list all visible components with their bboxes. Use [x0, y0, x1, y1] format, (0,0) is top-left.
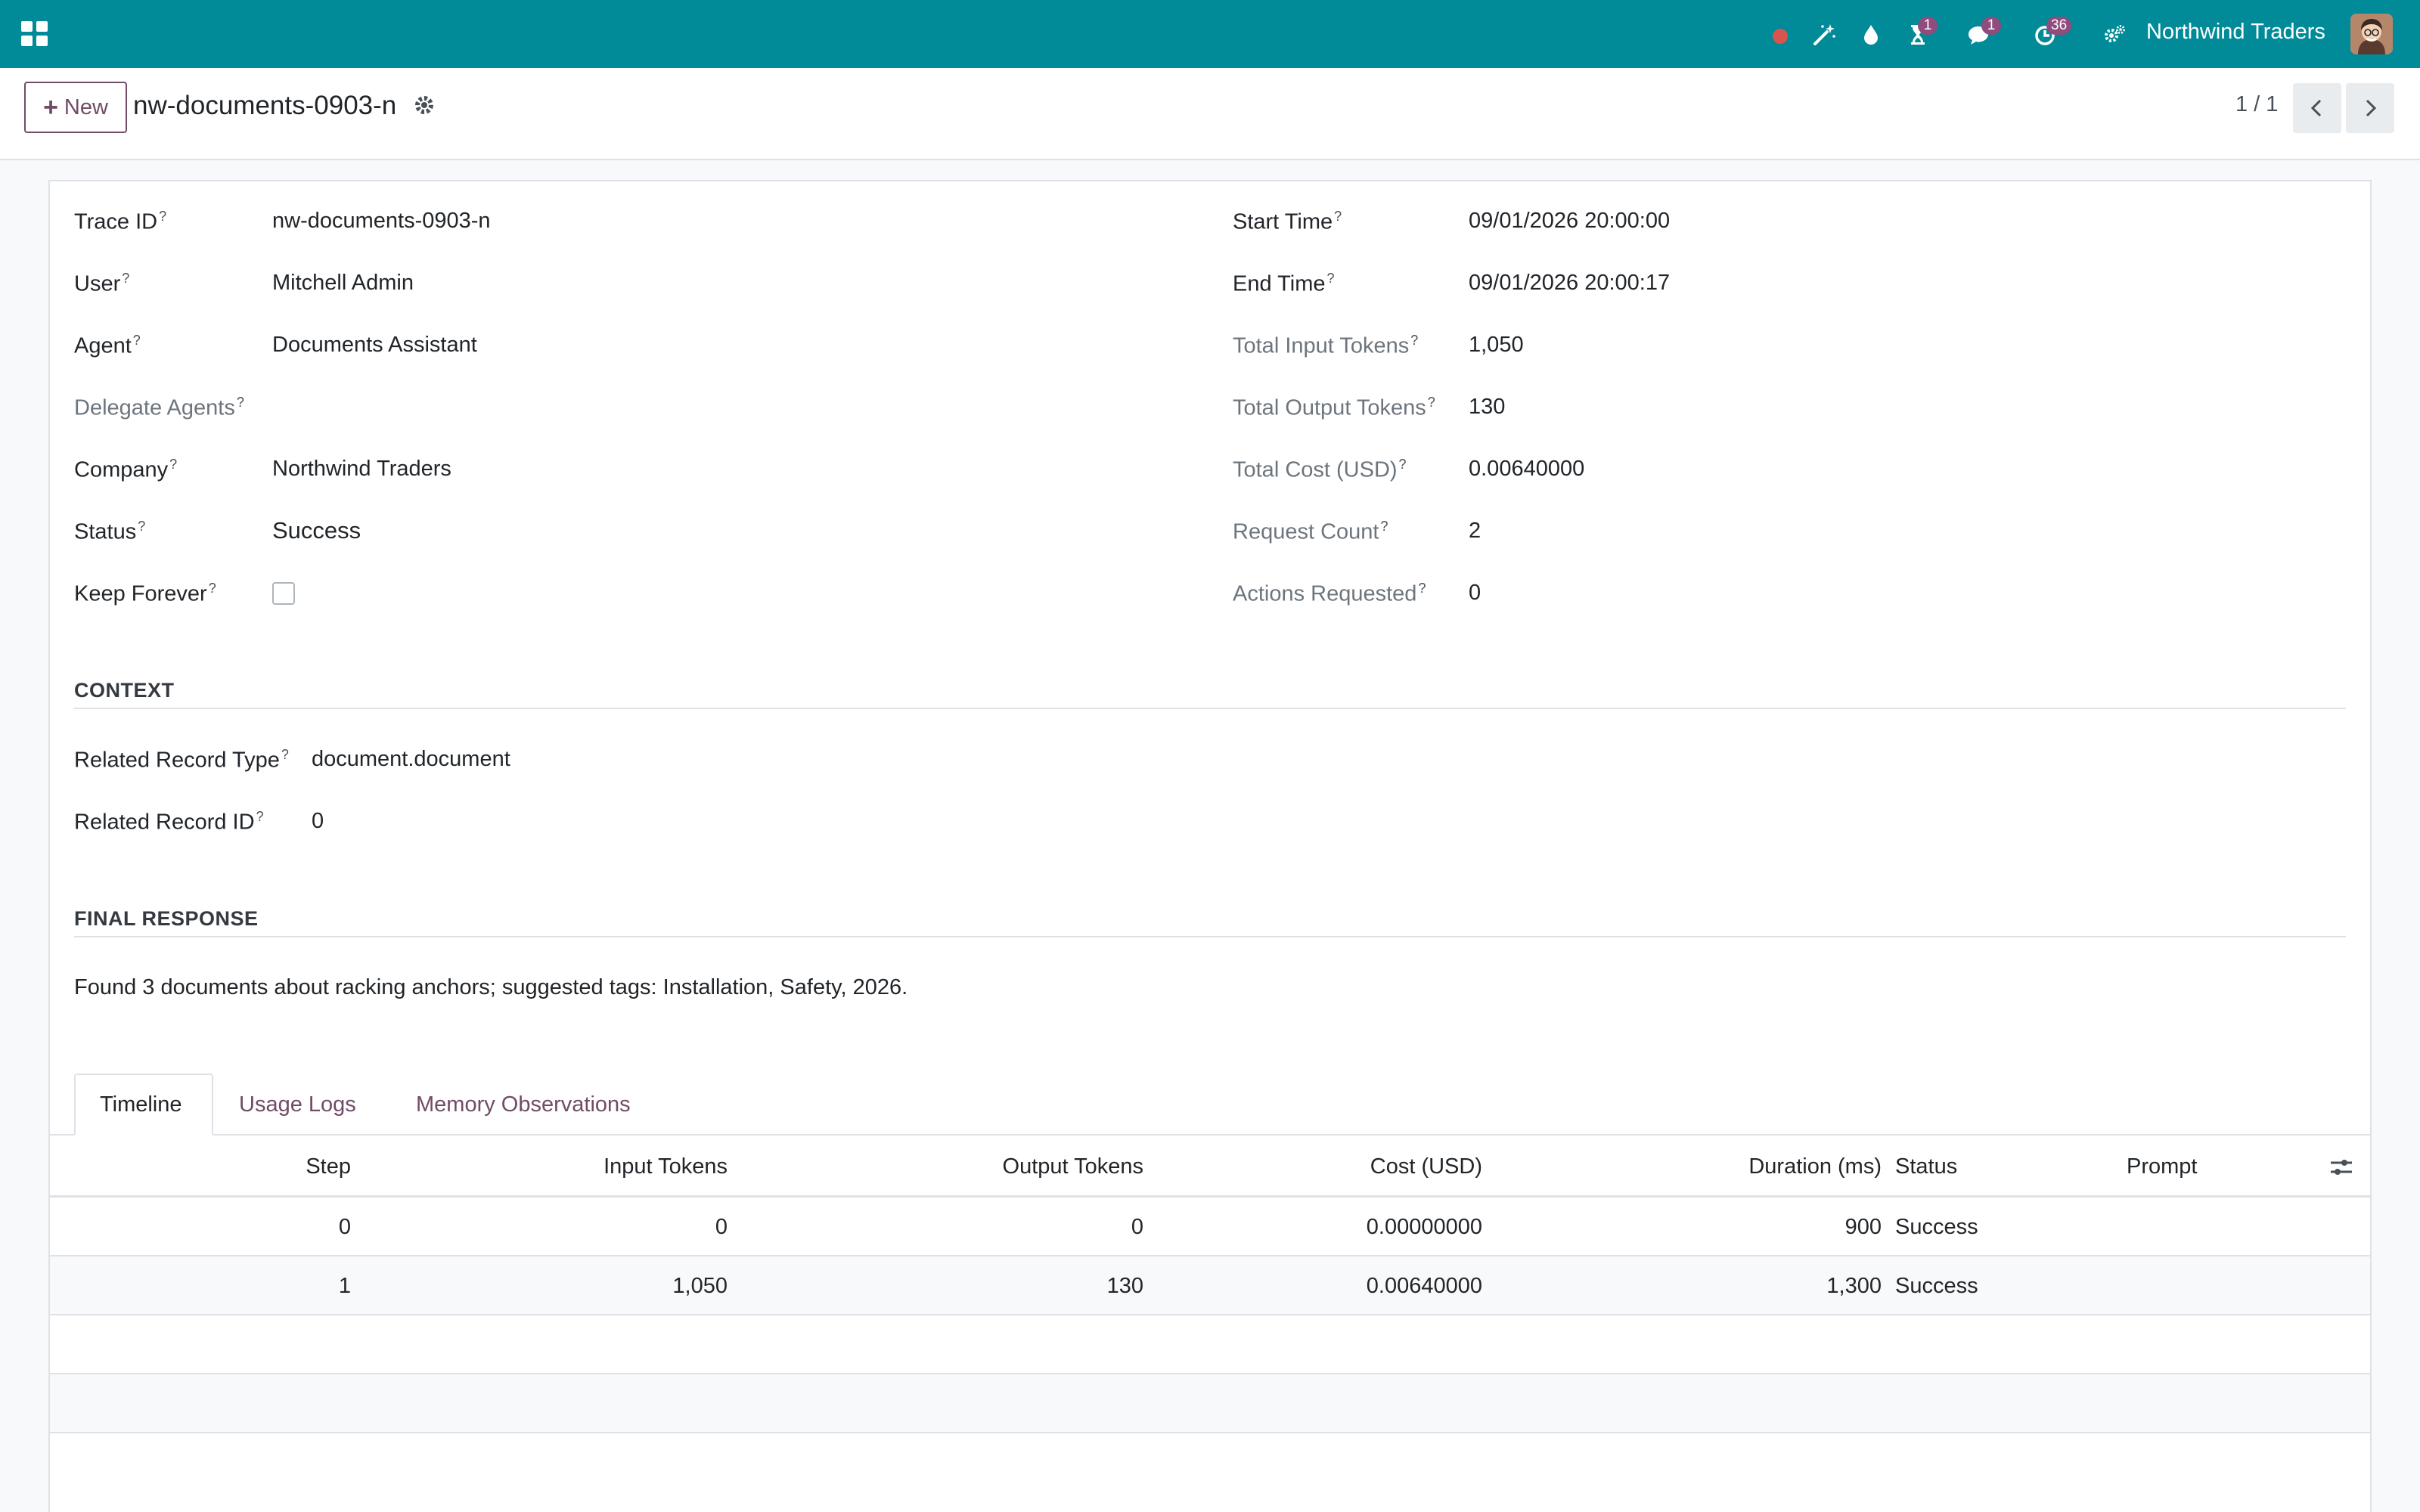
- request-count-value: 2: [1469, 519, 1481, 543]
- top-navbar: 1 1 36 Northwind Traders: [0, 0, 2420, 68]
- settings-icon[interactable]: [2096, 17, 2133, 51]
- total-input-tokens-label: Total Input Tokens?: [1233, 333, 1419, 358]
- related-record-id-value[interactable]: 0: [312, 809, 324, 834]
- timeline-table: Step Input Tokens Output Tokens Cost (US…: [50, 1136, 2370, 1433]
- total-output-tokens-label: Total Output Tokens?: [1233, 395, 1435, 420]
- cell-input-tokens: 0: [715, 1215, 728, 1239]
- company-label: Company?: [74, 457, 178, 482]
- total-cost-label: Total Cost (USD)?: [1233, 457, 1407, 482]
- cell-duration: 1,300: [1826, 1274, 1882, 1298]
- actions-requested-label: Actions Requested?: [1233, 581, 1426, 606]
- cell-cost: 0.00640000: [1366, 1274, 1482, 1298]
- column-header-step[interactable]: Step: [171, 1136, 351, 1198]
- pager-previous-button[interactable]: [2293, 83, 2341, 133]
- cell-step: 1: [338, 1274, 351, 1298]
- table-row[interactable]: 0 0 0 0.00000000 900 Success: [50, 1198, 2370, 1256]
- status-label: Status?: [74, 519, 146, 544]
- keep-forever-checkbox[interactable]: [272, 582, 295, 605]
- total-output-tokens-value: 130: [1469, 395, 1506, 419]
- request-count-label: Request Count?: [1233, 519, 1388, 544]
- final-response-text: Found 3 documents about racking anchors;…: [74, 975, 908, 999]
- user-value[interactable]: Mitchell Admin: [272, 271, 414, 296]
- cell-status: Success: [1895, 1274, 1978, 1298]
- trace-id-label: Trace ID?: [74, 209, 167, 234]
- user-label: User?: [74, 271, 130, 296]
- column-header-cost[interactable]: Cost (USD): [1222, 1136, 1482, 1198]
- pager-next-button[interactable]: [2346, 83, 2394, 133]
- tab-usage-logs[interactable]: Usage Logs: [215, 1074, 380, 1136]
- agent-label: Agent?: [74, 333, 141, 358]
- table-row[interactable]: 1 1,050 130 0.00640000 1,300 Success: [50, 1256, 2370, 1315]
- empty-table-row: [50, 1315, 2370, 1374]
- chat-icon[interactable]: 1: [1960, 17, 2001, 51]
- keep-forever-label: Keep Forever?: [74, 581, 216, 606]
- company-switcher[interactable]: Northwind Traders: [2146, 20, 2325, 45]
- optional-columns-icon[interactable]: [2328, 1154, 2355, 1181]
- delegate-agents-label: Delegate Agents?: [74, 395, 244, 420]
- tab-timeline[interactable]: Timeline: [74, 1074, 213, 1136]
- chevron-right-icon: [2366, 99, 2377, 117]
- table-header: Step Input Tokens Output Tokens Cost (US…: [50, 1136, 2370, 1198]
- column-header-output-tokens[interactable]: Output Tokens: [806, 1136, 1143, 1198]
- drop-icon[interactable]: [1853, 17, 1889, 51]
- apps-icon[interactable]: [21, 21, 48, 47]
- hourglass-icon[interactable]: 1: [1900, 17, 1938, 51]
- start-time-value[interactable]: 09/01/2026 20:00:00: [1469, 209, 1670, 234]
- end-time-value[interactable]: 09/01/2026 20:00:17: [1469, 271, 1670, 296]
- column-header-status[interactable]: Status: [1895, 1136, 1957, 1198]
- start-time-label: Start Time?: [1233, 209, 1342, 234]
- empty-table-row: [50, 1374, 2370, 1433]
- pager-value[interactable]: 1 / 1: [2235, 92, 2278, 117]
- status-value: Success: [272, 517, 361, 544]
- control-panel: + New nw-documents-0903-n 1 / 1: [0, 68, 2420, 160]
- cell-step: 0: [338, 1215, 351, 1239]
- column-header-input-tokens[interactable]: Input Tokens: [405, 1136, 728, 1198]
- related-record-type-label: Related Record Type?: [74, 747, 289, 773]
- cell-output-tokens: 130: [1106, 1274, 1143, 1298]
- cell-output-tokens: 0: [1131, 1215, 1143, 1239]
- record-dot-icon[interactable]: [1762, 17, 1798, 51]
- end-time-label: End Time?: [1233, 271, 1335, 296]
- agent-value[interactable]: Documents Assistant: [272, 333, 477, 358]
- cell-status: Success: [1895, 1215, 1978, 1239]
- plus-icon: +: [43, 93, 58, 122]
- actions-requested-value: 0: [1469, 581, 1481, 605]
- user-avatar[interactable]: [2350, 14, 2393, 54]
- messages-badge: 1: [1981, 17, 2001, 35]
- cell-cost: 0.00000000: [1366, 1215, 1482, 1239]
- context-separator: [74, 708, 2346, 709]
- clock-icon[interactable]: 36: [2027, 17, 2072, 51]
- chevron-left-icon: [2310, 99, 2322, 117]
- trace-id-value[interactable]: nw-documents-0903-n: [272, 209, 491, 234]
- timer-badge: 36: [2046, 17, 2072, 35]
- total-input-tokens-value: 1,050: [1469, 333, 1524, 357]
- related-record-type-value[interactable]: document.document: [312, 747, 510, 772]
- column-header-prompt[interactable]: Prompt: [2127, 1136, 2197, 1198]
- cell-duration: 900: [1844, 1215, 1882, 1239]
- breadcrumb-record-title: nw-documents-0903-n: [133, 91, 397, 120]
- final-response-separator: [74, 936, 2346, 937]
- final-response-section-title: FINAL RESPONSE: [74, 907, 259, 930]
- company-value[interactable]: Northwind Traders: [272, 457, 451, 482]
- related-record-id-label: Related Record ID?: [74, 809, 264, 835]
- new-button[interactable]: + New: [24, 82, 127, 133]
- context-section-title: CONTEXT: [74, 679, 175, 702]
- tab-memory-observations[interactable]: Memory Observations: [392, 1074, 655, 1136]
- magic-wand-icon[interactable]: [1806, 17, 1842, 51]
- gear-icon[interactable]: [411, 92, 437, 118]
- column-header-duration[interactable]: Duration (ms): [1562, 1136, 1882, 1198]
- total-cost-value: 0.00640000: [1469, 457, 1585, 481]
- cell-input-tokens: 1,050: [672, 1274, 728, 1298]
- activities-badge: 1: [1918, 17, 1938, 35]
- form-sheet: Trace ID? nw-documents-0903-n User? Mitc…: [48, 180, 2372, 1512]
- new-button-label: New: [64, 94, 108, 119]
